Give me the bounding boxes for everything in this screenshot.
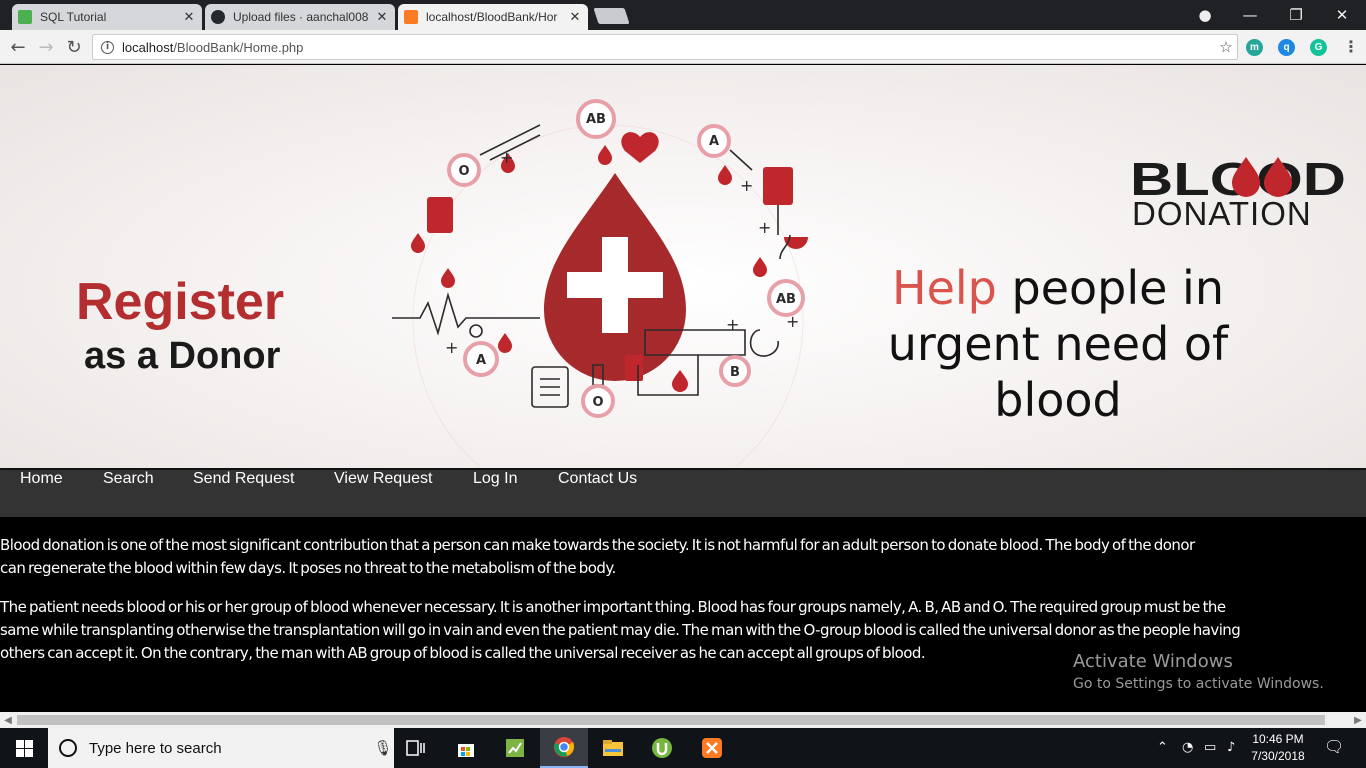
wifi-icon[interactable]: ◔ xyxy=(1182,740,1193,755)
reload-icon[interactable]: ↻ xyxy=(62,35,86,59)
tab-upload-files[interactable]: Upload files · aanchal008 ✕ xyxy=(205,4,395,30)
xampp-icon[interactable] xyxy=(688,728,736,768)
paragraph-line: same while transplanting otherwise the t… xyxy=(0,621,1241,639)
blood-group-b-label: B xyxy=(730,365,740,380)
scroll-left-icon[interactable]: ◀ xyxy=(0,712,16,728)
help-line1: people in xyxy=(1011,261,1224,315)
tab-title: SQL Tutorial xyxy=(40,10,107,24)
close-tab-icon[interactable]: ✕ xyxy=(375,9,389,25)
close-tab-icon[interactable]: ✕ xyxy=(182,9,196,25)
svg-text:+: + xyxy=(445,338,458,357)
forward-arrow-icon[interactable]: → xyxy=(34,35,58,59)
tab-sql-tutorial[interactable]: SQL Tutorial ✕ xyxy=(12,4,202,30)
scroll-right-icon[interactable]: ▶ xyxy=(1350,712,1366,728)
clock-date: 7/30/2018 xyxy=(1251,749,1305,763)
blood-group-ab-label: AB xyxy=(776,292,796,307)
browser-tab-strip: SQL Tutorial ✕ Upload files · aanchal008… xyxy=(0,0,1366,30)
paragraph-line: can regenerate the blood within few days… xyxy=(0,559,616,577)
watermark-subtitle: Go to Settings to activate Windows. xyxy=(1073,676,1324,692)
nav-home[interactable]: Home xyxy=(20,470,63,519)
tab-title: Upload files · aanchal008 xyxy=(233,10,369,24)
svg-text:+: + xyxy=(758,218,771,237)
help-tagline: Help people in urgent need of blood xyxy=(848,260,1268,428)
svg-text:+: + xyxy=(500,148,513,167)
help-line3: blood xyxy=(994,373,1122,427)
hero-banner: AB A O AB A B O + + + + + + Register as a Do… xyxy=(0,65,1366,468)
restore-button[interactable]: ❐ xyxy=(1274,0,1318,30)
store-icon[interactable] xyxy=(442,728,490,768)
microphone-icon[interactable]: 🎙 xyxy=(372,739,394,757)
clock-time: 10:46 PM xyxy=(1252,732,1304,746)
register-subtitle: as a Donor xyxy=(84,335,281,377)
w3schools-icon xyxy=(18,10,32,24)
profile-icon[interactable]: ● xyxy=(1183,0,1227,30)
file-explorer-icon[interactable] xyxy=(589,728,637,768)
paragraph-1: Blood donation is one of the most signif… xyxy=(0,534,1362,580)
notifications-icon[interactable]: 🗨 xyxy=(1324,737,1344,756)
blood-group-o-label: O xyxy=(458,164,469,179)
close-window-button[interactable]: ✕ xyxy=(1320,0,1364,30)
show-hidden-icons-icon[interactable]: ⌃ xyxy=(1157,740,1168,755)
horizontal-scrollbar[interactable]: ◀ ▶ xyxy=(0,712,1366,728)
logo-text-donation: DONATION xyxy=(1132,195,1312,232)
register-title: Register xyxy=(76,273,285,331)
chrome-icon[interactable] xyxy=(540,728,588,768)
sheet-app-icon[interactable] xyxy=(491,728,539,768)
watermark-title: Activate Windows xyxy=(1073,651,1233,672)
paragraph-line: The patient needs blood or his or her gr… xyxy=(0,598,1226,616)
back-arrow-icon[interactable]: ← xyxy=(6,35,30,59)
taskbar-clock[interactable]: 10:46 PM 7/30/2018 xyxy=(1248,731,1308,765)
help-accent-word: Help xyxy=(892,261,997,315)
menu-dots-icon[interactable]: ⋮ xyxy=(1343,37,1359,56)
info-icon[interactable]: i xyxy=(101,40,114,54)
scrollbar-thumb[interactable] xyxy=(17,715,1325,725)
windows-taskbar: Type here to search 🎙 ⌃ ◔ ▭ ♪ 10:46 PM 7… xyxy=(0,728,1366,768)
main-navbar: Home Search Send Request View Request Lo… xyxy=(0,468,1366,517)
volume-icon[interactable]: ♪ xyxy=(1227,740,1235,755)
blood-group-a-label: A xyxy=(709,134,719,149)
utorrent-icon[interactable] xyxy=(638,728,686,768)
svg-text:+: + xyxy=(726,315,739,334)
address-bar[interactable]: i localhost/BloodBank/Home.php ☆ xyxy=(92,34,1238,60)
extension-search-icon[interactable]: q xyxy=(1278,39,1295,56)
blood-group-ab-label: AB xyxy=(586,112,606,127)
bookmark-star-icon[interactable]: ☆ xyxy=(1215,38,1237,56)
search-placeholder: Type here to search xyxy=(89,739,222,757)
grammarly-icon[interactable]: G xyxy=(1310,39,1327,56)
taskbar-search-input[interactable]: Type here to search 🎙 xyxy=(48,728,394,768)
svg-text:+: + xyxy=(786,312,799,331)
tab-bloodbank-home[interactable]: localhost/BloodBank/Hor ✕ xyxy=(398,4,588,30)
extension-m-icon[interactable]: m xyxy=(1246,39,1263,56)
paragraph-line: Blood donation is one of the most signif… xyxy=(0,536,1195,554)
minimize-button[interactable]: — xyxy=(1228,0,1272,30)
help-line2: urgent need of xyxy=(887,317,1229,371)
blood-group-a-label: A xyxy=(476,353,486,368)
nav-send-request[interactable]: Send Request xyxy=(193,470,294,519)
close-tab-icon[interactable]: ✕ xyxy=(568,9,582,25)
svg-text:+: + xyxy=(740,176,753,195)
github-icon xyxy=(211,10,225,24)
new-tab-button[interactable] xyxy=(593,8,630,24)
url-text[interactable]: localhost/BloodBank/Home.php xyxy=(122,40,1215,55)
battery-icon[interactable]: ▭ xyxy=(1204,740,1216,755)
browser-toolbar: ← → ↻ i localhost/BloodBank/Home.php ☆ m… xyxy=(0,30,1366,64)
nav-log-in[interactable]: Log In xyxy=(473,470,517,519)
activate-windows-watermark: Activate Windows Go to Settings to activ… xyxy=(1073,651,1324,692)
cortana-icon xyxy=(59,739,77,757)
tab-title: localhost/BloodBank/Hor xyxy=(426,10,558,24)
task-view-icon[interactable] xyxy=(392,728,440,768)
blood-group-o-label: O xyxy=(592,395,603,410)
xampp-icon xyxy=(404,10,418,24)
nav-view-request[interactable]: View Request xyxy=(334,470,432,519)
nav-search[interactable]: Search xyxy=(103,470,154,519)
blood-donation-logo: BLOOD xyxy=(1130,153,1346,201)
windows-start-icon[interactable] xyxy=(0,728,48,768)
nav-contact-us[interactable]: Contact Us xyxy=(558,470,637,519)
